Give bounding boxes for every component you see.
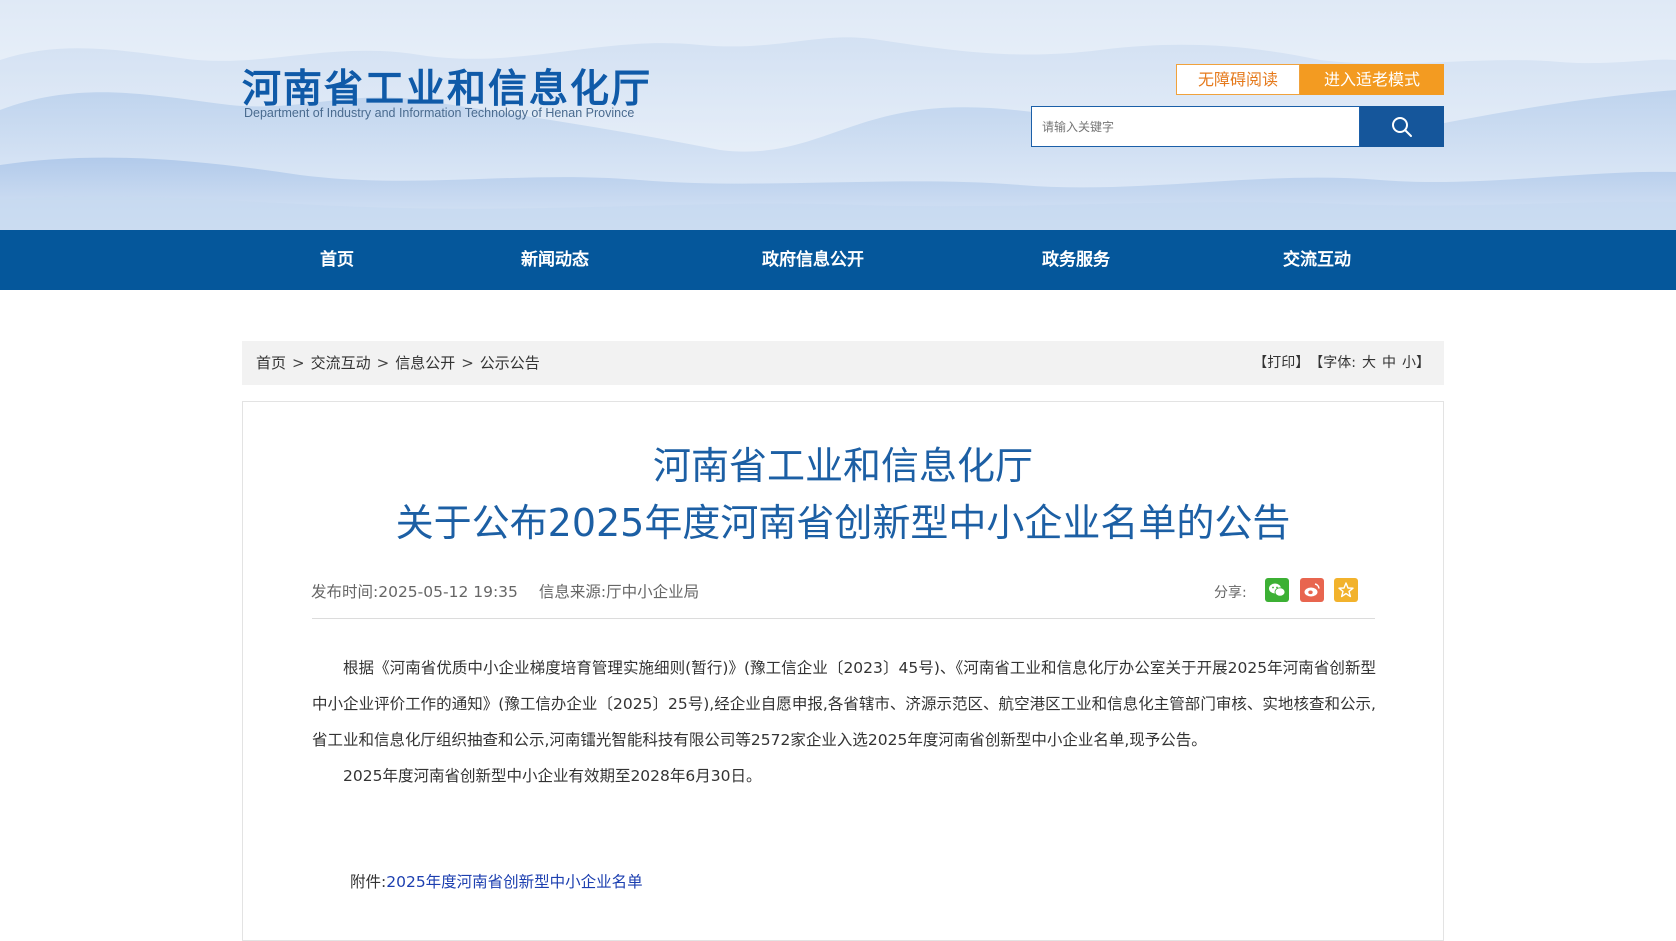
info-source: 信息来源:厅中小企业局 xyxy=(538,583,700,601)
font-size-label: 【字体: xyxy=(1309,355,1356,371)
nav-item-gov-info[interactable]: 政府信息公开 xyxy=(762,230,864,290)
nav-item-interaction[interactable]: 交流互动 xyxy=(1283,230,1351,290)
star-icon xyxy=(1338,582,1354,598)
attachment-link[interactable]: 2025年度河南省创新型中小企业名单 xyxy=(386,873,642,891)
attachment-label: 附件: xyxy=(350,873,387,891)
breadcrumb-separator: > xyxy=(461,354,474,372)
font-size-close: 】 xyxy=(1416,355,1430,371)
font-medium-button[interactable]: 中 xyxy=(1382,341,1396,385)
elder-mode-button[interactable]: 进入适老模式 xyxy=(1300,64,1444,95)
attachment-line: 附件:2025年度河南省创新型中小企业名单 xyxy=(350,870,643,892)
breadcrumb-bar: 首页 > 交流互动 > 信息公开 > 公示公告 【打印】【字体: 大中小】 xyxy=(242,341,1444,385)
search-button[interactable] xyxy=(1360,106,1444,147)
breadcrumb-info-public[interactable]: 信息公开 xyxy=(395,341,455,385)
nav-item-services[interactable]: 政务服务 xyxy=(1042,230,1110,290)
site-subtitle: Department of Industry and Information T… xyxy=(244,106,635,120)
font-large-button[interactable]: 大 xyxy=(1362,341,1376,385)
breadcrumb: 首页 > 交流互动 > 信息公开 > 公示公告 xyxy=(256,341,540,385)
publish-time: 发布时间:2025-05-12 19:35 xyxy=(311,583,518,601)
main-nav: 首页 新闻动态 政府信息公开 政务服务 交流互动 xyxy=(0,230,1676,290)
weibo-icon xyxy=(1304,583,1320,597)
search-icon xyxy=(1392,116,1412,137)
article-title-line2: 关于公布2025年度河南省创新型中小企业名单的公告 xyxy=(395,501,1291,545)
wechat-icon xyxy=(1269,583,1286,597)
article-meta: 发布时间:2025-05-12 19:35 信息来源:厅中小企业局 xyxy=(311,580,699,602)
accessibility-reading-button[interactable]: 无障碍阅读 xyxy=(1176,64,1300,95)
page-tools: 【打印】【字体: 大中小】 xyxy=(1253,341,1430,385)
meta-divider xyxy=(312,618,1375,619)
font-small-button[interactable]: 小 xyxy=(1402,341,1416,385)
article-title-line1: 河南省工业和信息化厅 xyxy=(652,444,1033,488)
nav-item-news[interactable]: 新闻动态 xyxy=(521,230,589,290)
breadcrumb-interaction[interactable]: 交流互动 xyxy=(311,341,371,385)
search-input[interactable] xyxy=(1032,107,1359,146)
article-body: 根据《河南省优质中小企业梯度培育管理实施细则(暂行)》(豫工信企业〔2023〕4… xyxy=(312,650,1376,794)
breadcrumb-separator: > xyxy=(292,354,305,372)
breadcrumb-announcement[interactable]: 公示公告 xyxy=(480,341,540,385)
share-label: 分享: xyxy=(1214,585,1247,601)
search-box xyxy=(1031,106,1360,147)
nav-item-home[interactable]: 首页 xyxy=(320,230,354,290)
print-button[interactable]: 【打印】 xyxy=(1253,341,1309,385)
article-paragraph: 根据《河南省优质中小企业梯度培育管理实施细则(暂行)》(豫工信企业〔2023〕4… xyxy=(312,659,1376,749)
weibo-share-button[interactable] xyxy=(1300,578,1324,602)
article-paragraph: 2025年度河南省创新型中小企业有效期至2028年6月30日。 xyxy=(343,767,762,785)
breadcrumb-separator: > xyxy=(376,354,390,372)
favorite-share-button[interactable] xyxy=(1334,578,1358,602)
wechat-share-button[interactable] xyxy=(1265,578,1289,602)
breadcrumb-home[interactable]: 首页 xyxy=(256,341,286,385)
